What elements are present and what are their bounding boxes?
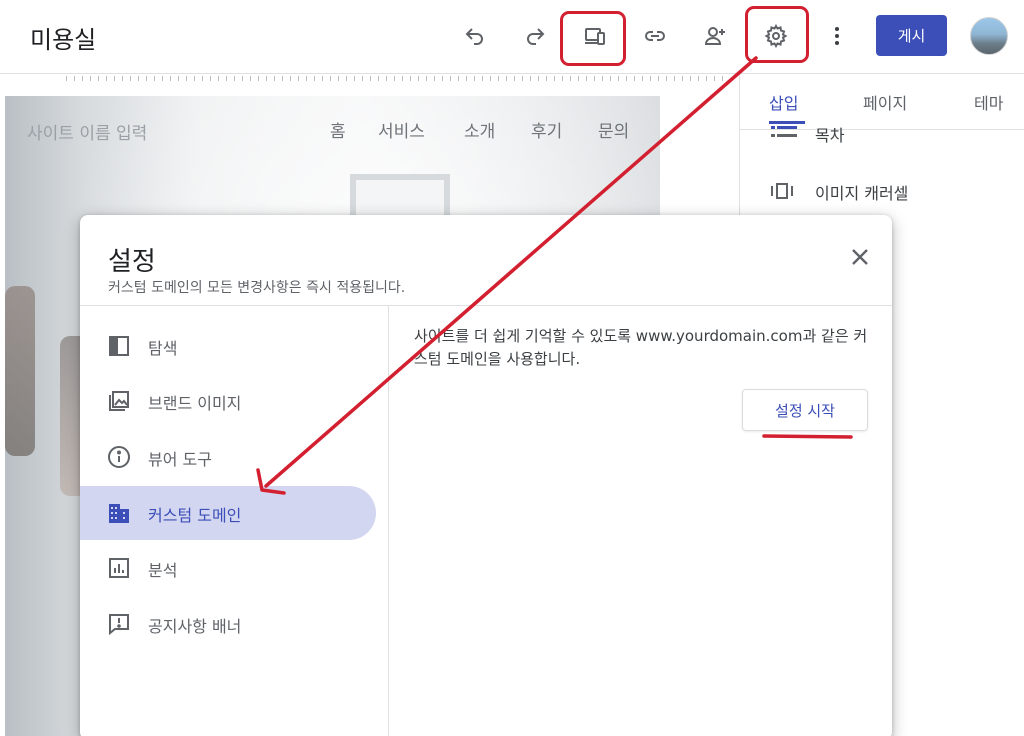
site-title[interactable]: 미용실 [30,20,96,55]
analytics-icon [107,556,131,580]
publish-button[interactable]: 게시 [876,15,947,56]
settings-nav-navigation[interactable]: 탐색 [80,319,376,373]
site-name-placeholder[interactable]: 사이트 이름 입력 [27,119,147,144]
brand-image-icon [107,389,131,413]
dialog-title: 설정 [108,247,156,277]
tab-pages[interactable]: 페이지 [863,90,907,114]
site-nav-item[interactable]: 문의 [598,117,629,142]
settings-nav-analytics[interactable]: 분석 [80,541,376,595]
settings-nav-announcement[interactable]: 공지사항 배너 [80,597,376,651]
settings-nav-label: 커스텀 도메인 [148,506,242,525]
site-nav-item[interactable]: 홈 [330,117,346,142]
site-nav-item[interactable]: 소개 [464,117,495,142]
insert-item-label[interactable]: 이미지 캐러셀 [815,180,908,204]
highlight-box-preview [560,11,626,66]
insert-item-label[interactable]: 목차 [815,122,844,146]
info-icon [107,445,131,469]
divider [80,305,892,306]
settings-nav-label: 브랜드 이미지 [148,394,242,413]
dialog-subtitle: 커스텀 도메인의 모든 변경사항은 즉시 적용됩니다. [108,280,406,296]
toc-icon [771,124,801,144]
top-bar: 미용실 게시 [0,0,1024,74]
settings-dialog: 설정 커스텀 도메인의 모든 변경사항은 즉시 적용됩니다. 탐색 브랜드 이미… [80,215,892,736]
highlight-box-settings [745,6,809,63]
settings-nav-custom-domain[interactable]: 커스텀 도메인 [80,486,376,540]
settings-nav-label: 탐색 [148,339,178,358]
tab-themes[interactable]: 테마 [974,90,1003,114]
link-icon[interactable] [641,22,669,50]
settings-nav-label: 분석 [148,561,178,580]
more-vert-icon[interactable] [823,22,851,50]
undo-icon[interactable] [461,22,489,50]
tab-insert[interactable]: 삽입 [769,90,798,114]
image-carousel-icon [769,181,795,201]
site-nav-item[interactable]: 후기 [531,117,562,142]
settings-nav-brand-image[interactable]: 브랜드 이미지 [80,374,376,428]
redo-icon[interactable] [521,22,549,50]
announcement-icon [107,612,131,636]
building-icon [107,501,131,525]
navigation-icon [107,334,131,358]
add-person-icon[interactable] [701,22,729,50]
hero-figure [5,286,35,456]
ruler [66,74,730,84]
avatar[interactable] [970,17,1008,55]
site-nav-item[interactable]: 서비스 [378,117,425,142]
start-setup-button[interactable]: 설정 시작 [742,389,868,431]
close-icon[interactable] [848,245,872,269]
custom-domain-description: 사이트를 더 쉽게 기억할 수 있도록 www.yourdomain.com과 … [414,327,868,368]
settings-nav-label: 공지사항 배너 [148,617,242,636]
settings-nav-label: 뷰어 도구 [148,450,212,469]
settings-nav-viewer-tools[interactable]: 뷰어 도구 [80,430,376,484]
divider [388,306,389,736]
